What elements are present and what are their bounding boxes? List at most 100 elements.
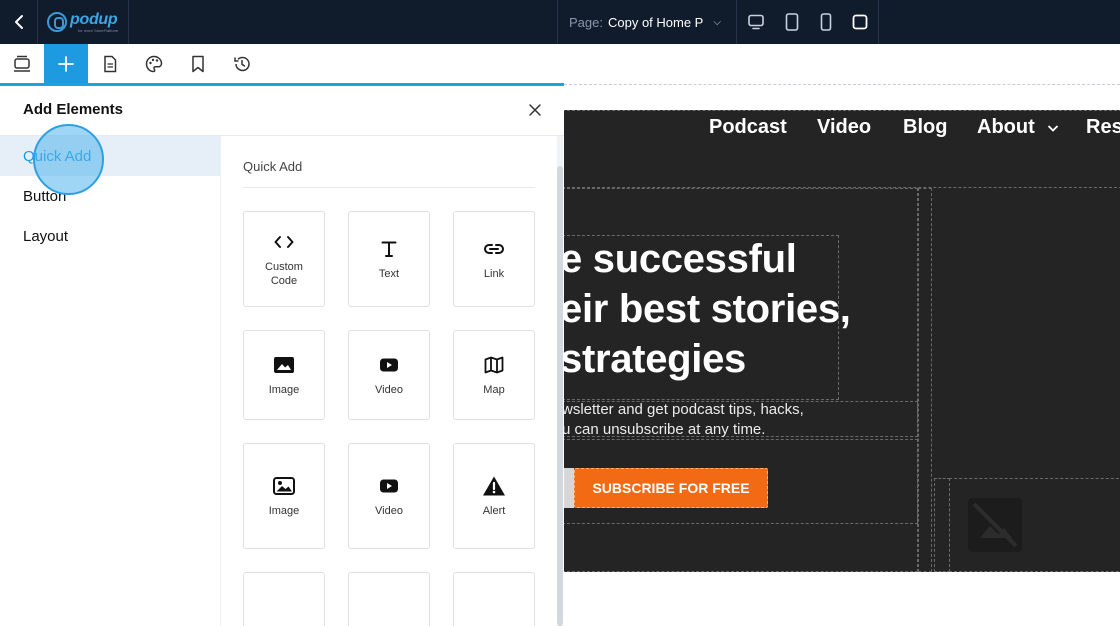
element-tile-custom-code[interactable]: Custom Code [243, 211, 325, 307]
mobile-view-button[interactable] [815, 12, 837, 32]
tile-label: Image [268, 505, 300, 517]
map-icon [482, 353, 506, 377]
section-divider [243, 187, 535, 188]
brand-logo[interactable]: podup for more StoreFlatform [38, 0, 129, 44]
element-tile-more-3[interactable] [453, 572, 535, 626]
tile-label: Video [375, 384, 403, 396]
microphone-logo-icon [47, 12, 67, 32]
square-icon [852, 14, 868, 30]
palette-icon [145, 55, 163, 73]
sections-button[interactable] [0, 44, 44, 84]
device-switcher [738, 0, 879, 44]
tile-label: Link [483, 268, 505, 280]
history-icon [234, 56, 250, 72]
email-field[interactable] [564, 468, 574, 508]
elements-scrollbar[interactable] [557, 136, 563, 626]
history-button[interactable] [220, 44, 264, 84]
bookmark-icon [192, 55, 204, 73]
pages-button[interactable] [88, 44, 132, 84]
page-label: Page: [569, 14, 603, 30]
mobile-icon [820, 13, 832, 31]
panel-title: Add Elements [23, 101, 124, 118]
tile-label: Image [268, 384, 300, 396]
alert-icon [482, 474, 506, 498]
tool-row [0, 44, 564, 84]
tile-label: Text [378, 268, 400, 280]
text-icon [377, 237, 401, 261]
canvas-bottom-area [564, 572, 1120, 626]
image-placeholder[interactable] [968, 498, 1022, 552]
scrollbar-thumb[interactable] [557, 166, 563, 626]
hero-subtext-line: wsletter and get podcast tips, hacks, [564, 401, 804, 418]
element-tile-more-1[interactable] [243, 572, 325, 626]
pages-icon [104, 55, 117, 73]
nav-link-podcast[interactable]: Podcast [709, 116, 787, 139]
category-quick-add[interactable]: Quick Add [0, 136, 220, 176]
chevron-left-icon [14, 15, 23, 29]
video-icon [377, 474, 401, 498]
category-button[interactable]: Button [0, 176, 220, 216]
page-selector[interactable]: Page: Copy of Home P ⌵ [557, 0, 737, 44]
video-icon [377, 353, 401, 377]
back-button[interactable] [0, 0, 38, 44]
canvas-hero-section[interactable]: Podcast Video Blog About Res e successfu… [564, 110, 1120, 572]
elements-grid-area: Quick Add Custom Code Text Link Image Vi… [221, 136, 559, 626]
element-tile-image[interactable]: Image [243, 330, 325, 420]
no-image-icon [972, 502, 1018, 548]
hero-subtext: wsletter and get podcast tips, hacks, u … [564, 400, 804, 440]
link-icon [482, 237, 506, 261]
logo-name: podup [70, 10, 118, 28]
hero-headline-line: strategies [564, 337, 746, 381]
nav-link-about[interactable]: About [977, 116, 1035, 139]
hero-headline: e successful eir best stories, strategie… [564, 234, 851, 384]
tile-label: Video [375, 505, 403, 517]
element-tile-more-2[interactable] [348, 572, 430, 626]
tablet-icon [785, 13, 799, 31]
tile-label: Custom Code [265, 261, 303, 287]
element-tile-image-gallery[interactable]: Image [243, 443, 325, 549]
element-tile-video-embed[interactable]: Video [348, 443, 430, 549]
canvas-top-area [564, 44, 1120, 110]
image-icon [272, 353, 296, 377]
tile-label: Alert [482, 505, 506, 517]
top-bar: podup for more StoreFlatform Page: Copy … [0, 0, 1120, 44]
close-icon [529, 104, 541, 116]
hero-headline-line: e successful [564, 237, 797, 281]
element-tile-alert[interactable]: Alert [453, 443, 535, 549]
nav-link-resources[interactable]: Res [1086, 116, 1120, 139]
hero-headline-line: eir best stories, [564, 287, 851, 331]
chevron-down-icon [1047, 125, 1059, 132]
fullscreen-view-button[interactable] [849, 12, 871, 32]
nav-link-video[interactable]: Video [817, 116, 871, 139]
hero-subtext-line: u can unsubscribe at any time. [564, 421, 766, 438]
section-title: Quick Add [243, 159, 303, 174]
gap-outline [918, 188, 932, 572]
element-tile-link[interactable]: Link [453, 211, 535, 307]
desktop-view-button[interactable] [745, 12, 767, 32]
image-column-gap-outline [934, 478, 950, 572]
gallery-icon [272, 474, 296, 498]
element-tile-video[interactable]: Video [348, 330, 430, 420]
category-layout[interactable]: Layout [0, 216, 220, 256]
category-list: Quick Add Button Layout [0, 136, 220, 256]
code-icon [272, 230, 296, 254]
subscribe-button[interactable]: SUBSCRIBE FOR FREE [574, 468, 768, 508]
theme-button[interactable] [132, 44, 176, 84]
desktop-icon [748, 14, 764, 30]
tile-label: Map [483, 384, 505, 396]
element-tile-text[interactable]: Text [348, 211, 430, 307]
sections-icon [14, 55, 30, 72]
saved-button[interactable] [176, 44, 220, 84]
add-icon [58, 56, 74, 72]
tablet-view-button[interactable] [781, 12, 803, 32]
add-elements-panel: Add Elements Quick Add Button Layout Qui… [0, 86, 564, 626]
element-tile-map[interactable]: Map [453, 330, 535, 420]
panel-header: Add Elements [0, 86, 564, 136]
canvas-section-outline [564, 84, 1120, 85]
nav-link-blog[interactable]: Blog [903, 116, 947, 139]
close-panel-button[interactable] [524, 99, 546, 121]
chevron-down-icon: ⌵ [713, 16, 721, 28]
page-name: Copy of Home P [607, 14, 704, 30]
add-elements-button[interactable] [44, 44, 88, 84]
logo-tagline: for more StoreFlatform [78, 27, 119, 33]
